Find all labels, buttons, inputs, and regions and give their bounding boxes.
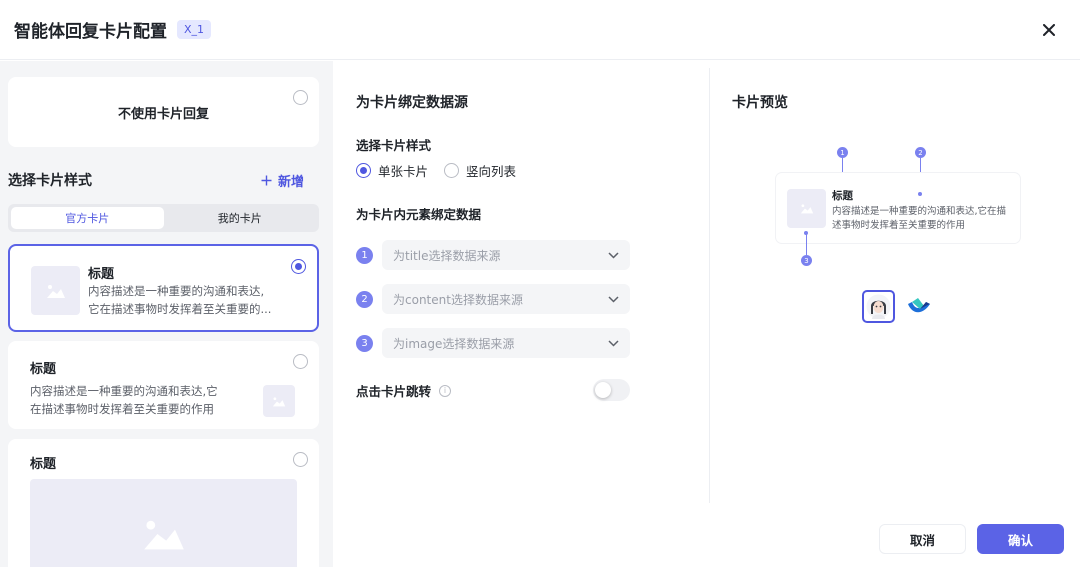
jump-label: 点击卡片跳转 [356,384,432,399]
dialog-header: 智能体回复卡片配置 X_1 [0,0,1080,60]
chevron-down-icon [608,295,619,303]
tab-official-cards[interactable]: 官方卡片 [11,207,164,229]
add-card-button[interactable]: 新增 [261,171,304,190]
binding-row-title: 1 为title选择数据来源 [356,240,630,270]
preview-card: 标题 内容描述是一种重要的沟通和表达,它在描述事物时发挥着至关重要的作用 [776,173,1020,243]
image-icon [46,284,65,298]
confirm-button[interactable]: 确认 [977,524,1064,554]
card-jump-row: 点击卡片跳转 i [356,381,452,400]
section-title: 选择卡片样式 [8,173,92,189]
add-card-label: 新增 [277,174,304,190]
step-number: 3 [356,334,373,352]
binding-row-image: 3 为image选择数据来源 [356,328,630,358]
option-single-card[interactable]: 单张卡片 [356,161,428,180]
marker-line [806,233,807,255]
preview-panel: 卡片预览 1 2 标题 内容描述是一种重要的沟通和表达,它在描述事物时发挥着至关… [710,61,1080,567]
radio-vertical-list[interactable] [444,163,460,178]
image-placeholder [263,385,295,417]
close-button[interactable] [1036,17,1062,43]
preview-heading: 卡片预览 [732,95,788,111]
jump-toggle[interactable] [593,379,630,401]
select-placeholder: 为image选择数据来源 [393,336,515,351]
data-binding-panel: 为卡片绑定数据源 选择卡片样式 单张卡片 竖向列表 为卡片内元素绑定数据 1 为… [334,61,710,567]
marker-2: 2 [915,147,926,158]
image-icon [272,396,286,406]
info-icon[interactable]: i [439,384,452,397]
binding-row-content: 2 为content选择数据来源 [356,284,630,314]
marker-1: 1 [837,147,848,158]
no-card-option[interactable]: 不使用卡片回复 [8,77,319,147]
tab-my-cards[interactable]: 我的卡片 [164,207,317,229]
chevron-down-icon [608,251,619,259]
step-number: 2 [356,290,373,308]
card-style-panel: 不使用卡片回复 选择卡片样式 新增 官方卡片 我的卡片 标题 内容描述是一种重要… [0,61,333,567]
avatar-icon [866,294,891,319]
card-desc-line1: 内容描述是一种重要的沟通和表达,它 [30,384,218,398]
card-template-3[interactable]: 标题 [8,439,319,567]
bind-label: 为卡片内元素绑定数据 [356,207,482,222]
binding-heading: 为卡片绑定数据源 [356,95,468,111]
radio-single-card[interactable] [356,163,371,178]
logo-option[interactable] [903,291,934,322]
option-vertical-list-label: 竖向列表 [466,164,517,179]
app-logo-icon [907,297,930,312]
card-radio[interactable] [293,452,308,467]
plus-icon [261,175,272,185]
style-label: 选择卡片样式 [356,138,432,153]
marker-dot [918,192,922,196]
card-radio-selected[interactable] [291,259,306,274]
select-placeholder: 为content选择数据来源 [393,292,523,307]
card-title: 标题 [30,362,57,377]
preview-card-desc: 内容描述是一种重要的沟通和表达,它在描述事物时发挥着至关重要的作用 [832,206,1007,231]
agent-tag: X_1 [177,20,212,39]
card-title: 标题 [30,457,57,472]
preview-card-title: 标题 [832,190,853,202]
option-single-card-label: 单张卡片 [378,164,429,179]
no-card-label: 不使用卡片回复 [117,106,209,122]
image-placeholder [30,479,297,567]
card-radio[interactable] [293,354,308,369]
card-desc-line2: 在描述事物时发挥着至关重要的作用 [30,402,214,416]
no-card-radio[interactable] [293,90,308,105]
card-desc-line2: 它在描述事物时发挥着至关重要的... [88,302,272,316]
dialog-title: 智能体回复卡片配置 [14,22,167,42]
card-source-tabs: 官方卡片 我的卡片 [8,204,319,232]
image-icon [800,204,813,214]
card-template-2[interactable]: 标题 内容描述是一种重要的沟通和表达,它 在描述事物时发挥着至关重要的作用 [8,341,319,429]
section-header: 选择卡片样式 新增 [8,169,319,191]
image-placeholder [787,189,826,228]
select-placeholder: 为title选择数据来源 [393,248,501,263]
image-source-select[interactable]: 为image选择数据来源 [382,328,630,358]
image-placeholder [31,266,80,315]
content-source-select[interactable]: 为content选择数据来源 [382,284,630,314]
card-desc-line1: 内容描述是一种重要的沟通和表达, [88,284,265,298]
close-icon [1043,24,1055,36]
title-source-select[interactable]: 为title选择数据来源 [382,240,630,270]
marker-3: 3 [801,255,812,266]
image-icon [143,520,184,550]
avatar-option-selected[interactable] [862,290,895,323]
chevron-down-icon [608,339,619,347]
option-vertical-list[interactable]: 竖向列表 [444,161,516,180]
cancel-button[interactable]: 取消 [879,524,966,554]
step-number: 1 [356,246,373,264]
card-title: 标题 [88,267,115,282]
style-radio-group: 单张卡片 竖向列表 [356,161,526,180]
card-template-1[interactable]: 标题 内容描述是一种重要的沟通和表达, 它在描述事物时发挥着至关重要的... [8,244,319,332]
